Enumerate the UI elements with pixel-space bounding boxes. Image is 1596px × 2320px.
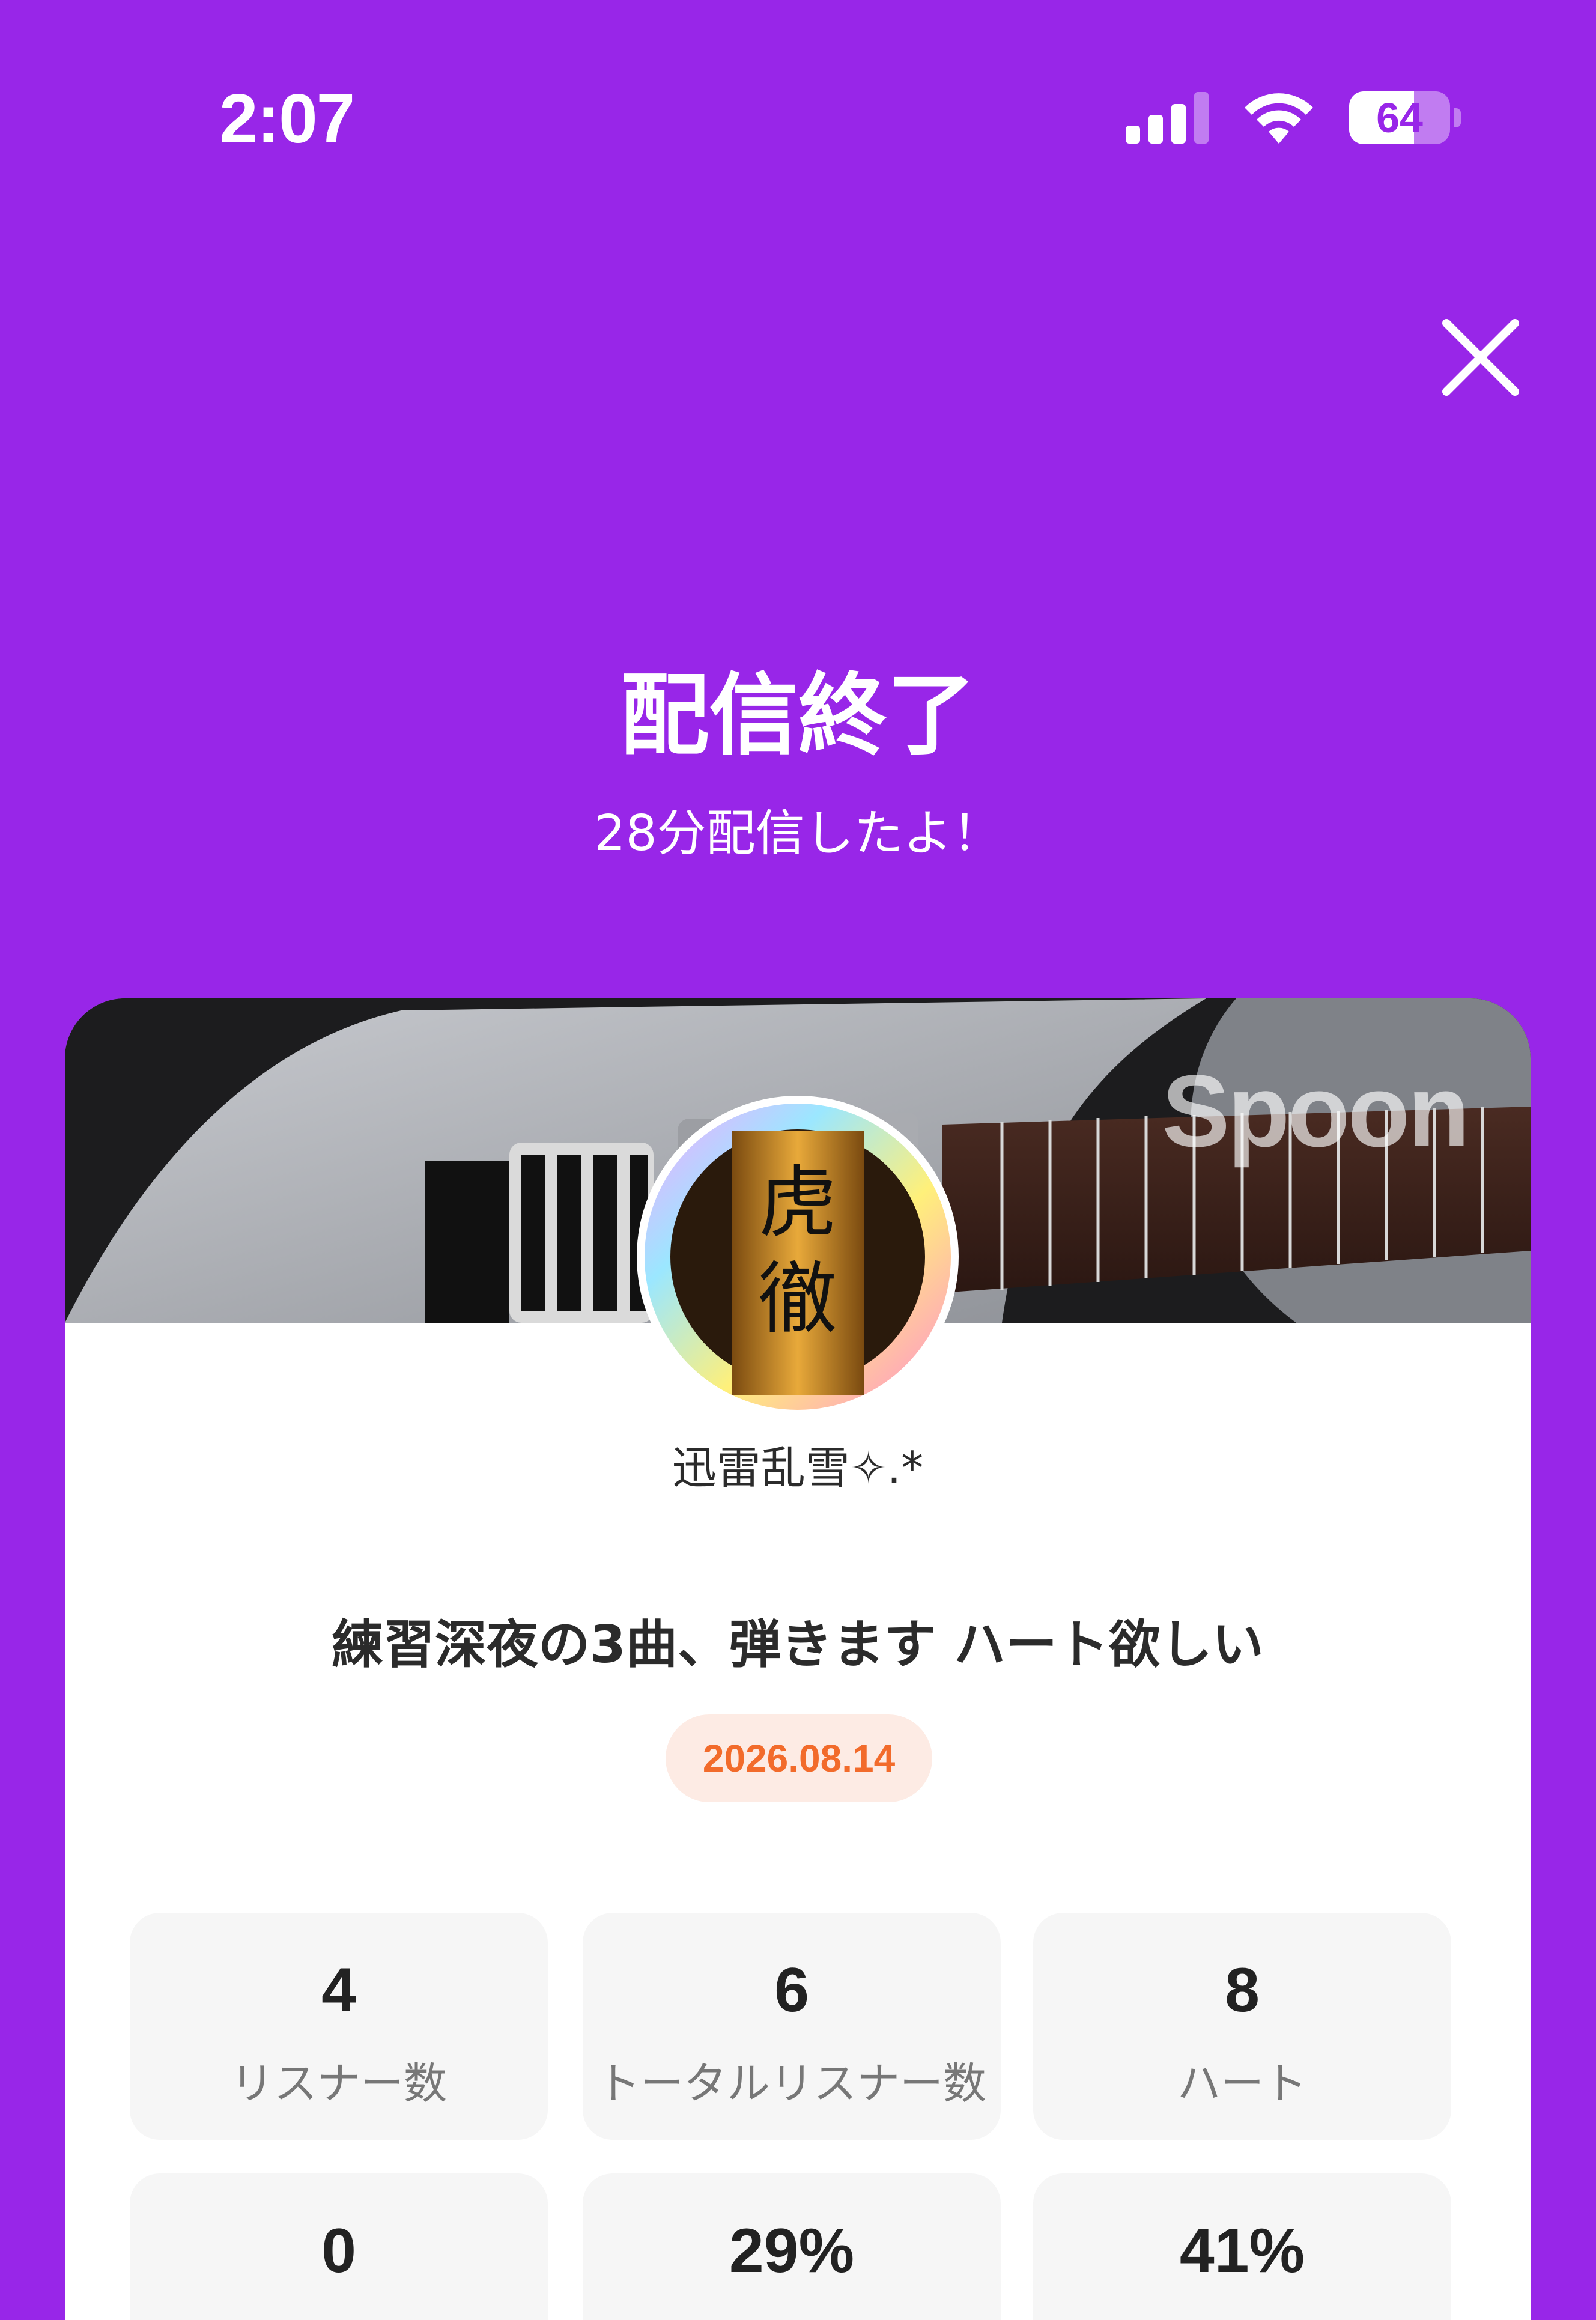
stat-value: 41% bbox=[1179, 2216, 1305, 2286]
battery-cap bbox=[1454, 108, 1461, 127]
avatar[interactable]: 虎 徹 bbox=[636, 1095, 960, 1419]
stat-label: リスナー数 bbox=[230, 2058, 447, 2109]
battery-percent: 64 bbox=[1376, 94, 1423, 141]
wifi-icon bbox=[1245, 93, 1313, 144]
svg-text:徹: 徹 bbox=[759, 1253, 837, 1344]
battery-icon: 64 bbox=[1349, 91, 1450, 144]
stat-value: 6 bbox=[774, 1955, 809, 2025]
stat-listeners: 4 リスナー数 bbox=[130, 1913, 548, 2140]
stat-hearts: 8 ハート bbox=[1033, 1913, 1451, 2140]
stat-label: トータルリスナー数 bbox=[596, 2058, 986, 2109]
stat-value: 8 bbox=[1225, 1955, 1260, 2025]
username: 迅雷乱雪✧.* bbox=[672, 1442, 924, 1494]
close-icon[interactable] bbox=[1436, 312, 1526, 402]
stat-item: 29% bbox=[583, 2173, 1001, 2320]
page-title: 配信終了 bbox=[620, 664, 976, 767]
stat-item: 41% bbox=[1033, 2173, 1451, 2320]
status-time: 2:07 bbox=[219, 79, 355, 157]
stat-value: 29% bbox=[729, 2216, 855, 2286]
svg-text:虎: 虎 bbox=[759, 1157, 837, 1248]
stat-value: 4 bbox=[321, 1955, 356, 2025]
stat-value: 0 bbox=[321, 2216, 356, 2286]
date-badge: 2026.08.14 bbox=[666, 1714, 932, 1802]
status-icons: 64 bbox=[1126, 91, 1461, 144]
stat-label: ハート bbox=[1177, 2058, 1307, 2109]
spoon-logo: Spoon bbox=[1162, 1054, 1470, 1168]
stat-total-listeners: 6 トータルリスナー数 bbox=[583, 1913, 1001, 2140]
broadcast-summary-card: Spoon 虎 徹 迅雷乱雪✧.* 練習深夜の3曲、弾きます ハート欲しい 20… bbox=[65, 998, 1531, 2320]
broadcast-duration: 28分配信したよ！ bbox=[594, 805, 1002, 862]
cellular-signal-icon bbox=[1126, 92, 1209, 144]
stat-item: 0 bbox=[130, 2173, 548, 2320]
stream-title: 練習深夜の3曲、弾きます ハート欲しい bbox=[332, 1615, 1264, 1675]
